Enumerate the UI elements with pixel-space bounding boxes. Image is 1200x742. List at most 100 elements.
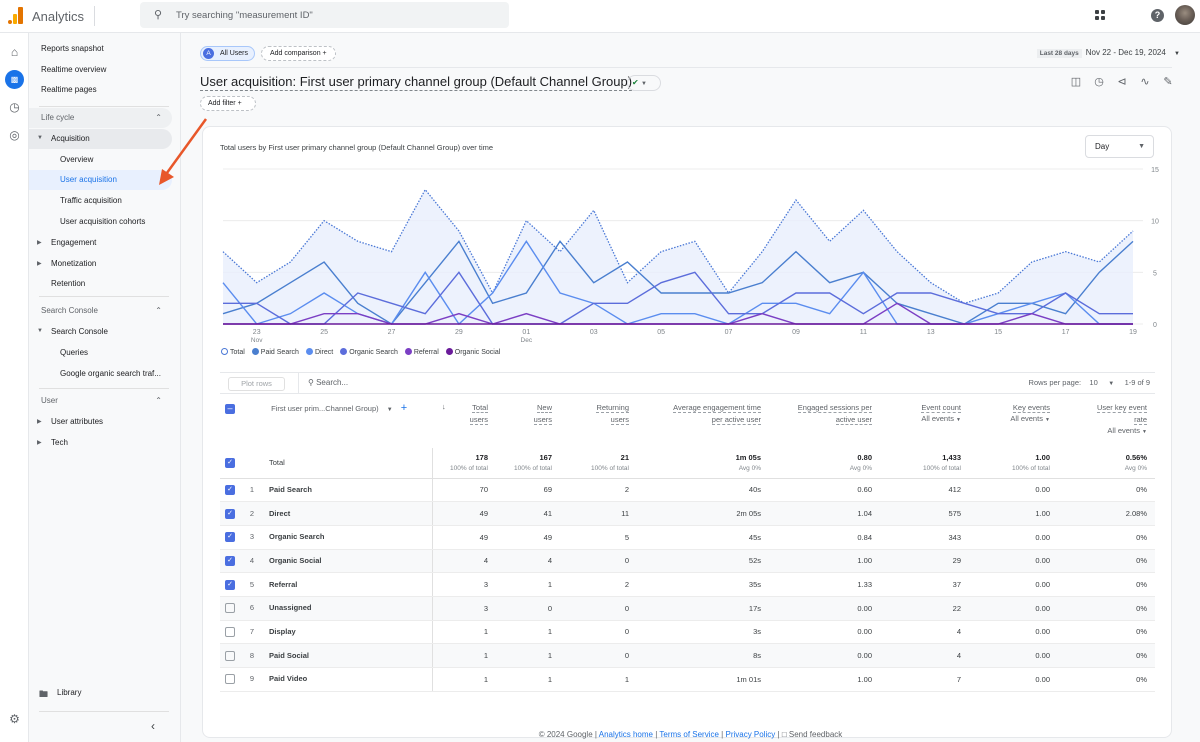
x-tick-label: 03 <box>590 329 598 336</box>
column-header-user-key-event-rate[interactable]: User key event rate All events ▼ <box>1058 394 1155 448</box>
metric-cell: 0 <box>560 620 637 645</box>
nav-tech[interactable]: Tech <box>51 433 68 452</box>
edit-pencil-icon[interactable]: ✎ <box>1161 75 1175 88</box>
table-row[interactable]: 9 Paid Video 1 1 1 1m 01s 1.00 7 0.00 0% <box>220 667 1155 692</box>
segment-chip-all-users[interactable]: A All Users <box>200 46 255 61</box>
row-checkbox[interactable]: ✓ <box>225 579 235 590</box>
table-row[interactable]: ✓ 3 Organic Search 49 49 5 45s 0.84 343 0.00 0% <box>220 525 1155 550</box>
event-filter[interactable]: All events <box>1010 414 1043 423</box>
analytics-home-link[interactable]: Analytics home <box>599 730 653 739</box>
column-header-returning-users[interactable]: Returning users <box>560 394 637 448</box>
home-icon[interactable]: ⌂ <box>7 45 22 60</box>
row-checkbox[interactable]: ✓ <box>225 508 235 519</box>
row-checkbox[interactable] <box>225 674 235 685</box>
report-status-dropdown[interactable]: ✔ ▼ <box>627 75 661 91</box>
nav-section-search-console[interactable]: Search Console ⌃ <box>29 301 172 321</box>
dropdown-icon[interactable]: ▼ <box>956 417 961 423</box>
trend-icon[interactable]: ∿ <box>1138 75 1152 88</box>
reports-icon[interactable]: ▩ <box>5 70 24 89</box>
legend-item[interactable]: Total <box>221 348 245 356</box>
nav-realtime-pages[interactable]: Realtime pages <box>41 80 97 99</box>
legend-item[interactable]: Direct <box>305 348 333 356</box>
chart-legend: Total Paid Search Direct Organic Search Refe… <box>221 348 507 356</box>
plot-rows-button[interactable]: Plot rows <box>228 377 285 391</box>
column-header-event-count[interactable]: Event count All events ▼ <box>880 394 969 448</box>
dropdown-icon: ▼ <box>640 81 647 87</box>
advertising-icon[interactable]: ◎ <box>7 128 22 143</box>
add-comparison-button[interactable]: Add comparison + <box>261 46 336 61</box>
table-row[interactable]: 6 Unassigned 3 0 0 17s 0.00 22 0.00 0% <box>220 596 1155 621</box>
column-header-total-users[interactable]: ↓ Total users <box>432 394 496 448</box>
row-checkbox[interactable] <box>225 626 235 637</box>
legend-item[interactable]: Paid Search <box>251 348 299 356</box>
privacy-link[interactable]: Privacy Policy <box>725 730 775 739</box>
table-row[interactable]: ✓ 5 Referral 3 1 2 35s 1.33 37 0.00 0% <box>220 572 1155 597</box>
x-tick-label: 11 <box>860 329 867 336</box>
select-all-checkbox[interactable]: – <box>225 404 235 415</box>
dropdown-icon[interactable]: ▼ <box>1045 417 1050 423</box>
nav-queries[interactable]: Queries <box>60 343 88 362</box>
legend-item[interactable]: Organic Social <box>445 348 500 356</box>
dimension-selector[interactable]: First user prim...Channel Group) <box>271 404 379 413</box>
nav-user-acquisition-cohorts[interactable]: User acquisition cohorts <box>60 212 145 231</box>
legend-item[interactable]: Referral <box>404 348 439 356</box>
dropdown-icon[interactable]: ▼ <box>387 407 393 413</box>
nav-library[interactable]: Library <box>57 683 81 702</box>
total-value: 1,433 <box>942 453 961 463</box>
table-row[interactable]: ✓ 4 Organic Social 4 4 0 52s 1.00 29 0.00 0% <box>220 549 1155 574</box>
search-input[interactable]: ⚲ Try searching "measurement ID" <box>140 2 509 28</box>
nav-google-organic-search-traffic[interactable]: Google organic search traf... <box>60 364 161 383</box>
total-checkbox[interactable]: ✓ <box>225 457 235 468</box>
help-icon[interactable]: ? <box>1151 9 1164 22</box>
nav-search-console[interactable]: Search Console <box>51 322 108 341</box>
nav-reports-snapshot[interactable]: Reports snapshot <box>41 39 104 58</box>
nav-retention[interactable]: Retention <box>51 274 85 293</box>
nav-user-acquisition[interactable]: User acquisition <box>60 170 117 189</box>
nav-realtime-overview[interactable]: Realtime overview <box>41 60 106 79</box>
row-checkbox[interactable]: ✓ <box>225 532 235 543</box>
add-filter-button[interactable]: Add filter + <box>200 96 256 111</box>
nav-engagement[interactable]: Engagement <box>51 233 96 252</box>
caret-down-icon: ▼ <box>37 328 43 334</box>
nav-monetization[interactable]: Monetization <box>51 254 96 273</box>
event-filter[interactable]: All events <box>1107 426 1140 435</box>
share-icon[interactable]: ⊲ <box>1115 75 1129 88</box>
dropdown-icon[interactable]: ▼ <box>1108 381 1114 387</box>
row-checkbox[interactable]: ✓ <box>225 484 235 495</box>
nav-traffic-acquisition[interactable]: Traffic acquisition <box>60 191 122 210</box>
column-header-key-events[interactable]: Key events All events ▼ <box>969 394 1058 448</box>
column-header-new-users[interactable]: New users <box>496 394 560 448</box>
explore-icon[interactable]: ◷ <box>7 100 22 115</box>
nav-user-attributes[interactable]: User attributes <box>51 412 103 431</box>
row-checkbox[interactable]: ✓ <box>225 555 235 566</box>
table-row[interactable]: 8 Paid Social 1 1 0 8s 0.00 4 0.00 0% <box>220 643 1155 668</box>
row-checkbox[interactable] <box>225 603 235 614</box>
table-row[interactable]: ✓ 2 Direct 49 41 11 2m 05s 1.04 575 1.00 2.08% <box>220 501 1155 526</box>
account-avatar[interactable] <box>1175 5 1195 25</box>
collapse-nav-icon[interactable]: ‹ <box>151 719 155 733</box>
nav-acquisition[interactable]: Acquisition <box>51 129 90 148</box>
dropdown-icon[interactable]: ▼ <box>1142 429 1147 435</box>
total-metric-cell: 1.00 100% of total <box>969 448 1058 479</box>
compare-icon[interactable]: ◫ <box>1069 75 1083 88</box>
table-search-input[interactable]: ⚲ Search... <box>308 378 348 387</box>
send-feedback-link[interactable]: Send feedback <box>789 730 842 739</box>
date-range-picker[interactable]: Last 28 days Nov 22 - Dec 19, 2024 ▼ <box>1036 48 1180 58</box>
terms-link[interactable]: Terms of Service <box>659 730 719 739</box>
column-header-engaged-sessions[interactable]: Engaged sessions per active user <box>769 394 880 448</box>
nav-section-user[interactable]: User ⌃ <box>29 391 172 411</box>
settings-icon[interactable]: ⚙ <box>7 712 22 727</box>
table-row[interactable]: 7 Display 1 1 0 3s 0.00 4 0.00 0% <box>220 620 1155 645</box>
column-header-avg-engagement-time[interactable]: Average engagement time per active user <box>637 394 769 448</box>
nav-overview[interactable]: Overview <box>60 150 93 169</box>
row-checkbox[interactable] <box>225 650 235 661</box>
event-filter[interactable]: All events <box>921 414 954 423</box>
metric-cell: 1 <box>496 572 560 597</box>
insights-icon[interactable]: ◷ <box>1092 75 1106 88</box>
add-dimension-icon[interactable]: + <box>401 402 407 414</box>
table-row[interactable]: ✓ 1 Paid Search 70 69 2 40s 0.60 412 0.00 0% <box>220 478 1155 503</box>
rows-per-page-select[interactable]: 10 <box>1089 378 1097 387</box>
legend-item[interactable]: Organic Search <box>340 348 398 356</box>
page-title[interactable]: User acquisition: First user primary cha… <box>200 74 633 91</box>
apps-grid-icon[interactable] <box>1095 10 1106 21</box>
